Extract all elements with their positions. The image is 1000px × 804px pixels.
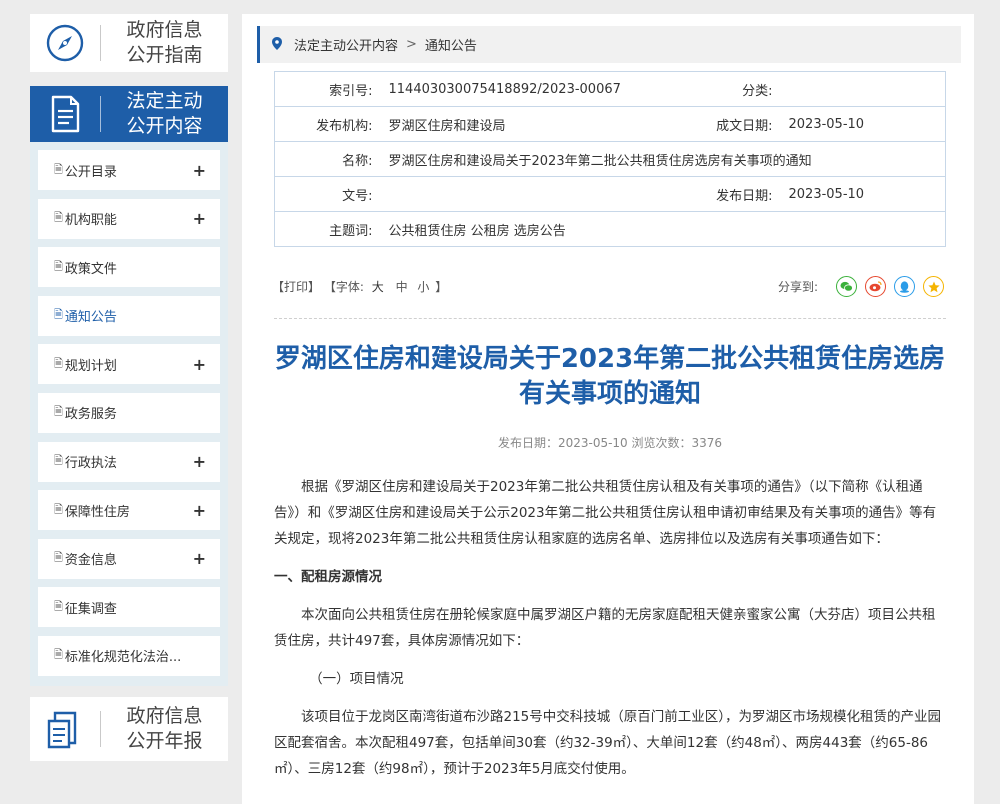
doc-icon: 🗎: [54, 259, 63, 273]
breadcrumb-current[interactable]: 通知公告: [425, 35, 477, 54]
keywords-label: 主题词:: [274, 211, 381, 247]
name-value: 罗湖区住房和建设局关于2023年第二批公共租赁住房选房有关事项的通知: [380, 141, 946, 177]
paragraph: 该项目位于龙岗区南湾街道布沙路215号中交科技城（原百门前工业区），为罗湖区市场…: [274, 709, 942, 777]
annual-report-card[interactable]: 政府信息 公开年报: [30, 697, 228, 761]
doc-icon: 🗎: [54, 162, 63, 176]
index-label: 索引号:: [274, 71, 381, 107]
breadcrumb-separator: >: [406, 37, 417, 52]
expand-icon[interactable]: +: [193, 209, 206, 228]
article-pub-info: 发布日期：2023-05-10 浏览次数：3376: [497, 436, 723, 450]
font-large-button[interactable]: 大: [372, 280, 384, 294]
report-icon: [30, 709, 100, 749]
breadcrumb-link[interactable]: 法定主动公开内容: [294, 35, 398, 54]
paragraph: 本次面向公共租赁住房在册轮候家庭中属罗湖区户籍的无房家庭配租天健亲蜜家公寓（大芬…: [274, 607, 936, 649]
doc-icon: 🗎: [54, 356, 63, 370]
sidebar-item-standardization[interactable]: 🗎 标准化规范化法治...: [38, 635, 220, 676]
sidebar-item-enforcement[interactable]: 🗎 行政执法 +: [38, 441, 220, 482]
created-date-value: 2023-05-10: [780, 106, 946, 142]
qzone-icon[interactable]: [923, 276, 944, 297]
expand-icon[interactable]: +: [193, 549, 206, 568]
annual-report-title: 政府信息 公开年报: [126, 705, 203, 752]
share-label: 分享到:: [777, 280, 818, 294]
name-label: 名称:: [274, 141, 381, 177]
sidebar-item-services[interactable]: 🗎 政务服务: [38, 392, 220, 433]
document-icon: [30, 94, 100, 134]
location-pin-icon: [272, 36, 282, 53]
paragraph: 根据《罗湖区住房和建设局关于2023年第二批公共租赁住房认租及有关事项的通告》（…: [274, 479, 937, 547]
weibo-icon[interactable]: [865, 276, 886, 297]
table-row: 发布机构: 罗湖区住房和建设局 成文日期: 2023-05-10: [274, 106, 946, 142]
sidebar-item-org-functions[interactable]: 🗎 机构职能 +: [38, 198, 220, 239]
index-value: 114403030075418892/2023-00067: [380, 71, 641, 107]
wechat-icon[interactable]: [836, 276, 857, 297]
doc-icon: 🗎: [54, 599, 63, 613]
keywords-value: 公共租赁住房 公租房 选房公告: [380, 211, 946, 247]
category-value: [780, 71, 946, 107]
sub-heading: （一）项目情况: [309, 671, 404, 687]
breadcrumb: 法定主动公开内容 > 通知公告: [257, 26, 961, 63]
category-label: 分类:: [640, 71, 781, 107]
article-toolbar: 【打印】 【字体: 大 中 小 】 分享到:: [272, 276, 948, 298]
font-medium-button[interactable]: 中: [396, 280, 408, 294]
main-content: 法定主动公开内容 > 通知公告 索引号: 114403030075418892/…: [242, 14, 974, 804]
publisher-label: 发布机构:: [274, 106, 381, 142]
sidebar-menu: 🗎 公开目录 + 🗎 机构职能 + 🗎 政策文件 🗎 通知公告 🗎 规划计划 + 🗎 政务服务 🗎…: [30, 142, 228, 686]
publisher-value: 罗湖区住房和建设局: [380, 106, 641, 142]
table-row: 索引号: 114403030075418892/2023-00067 分类:: [274, 71, 946, 107]
qq-icon[interactable]: [894, 276, 915, 297]
font-small-button[interactable]: 小: [417, 280, 429, 294]
compass-icon: [30, 23, 100, 63]
metadata-table: 索引号: 114403030075418892/2023-00067 分类: 发…: [274, 71, 946, 247]
sidebar-item-surveys[interactable]: 🗎 征集调查: [38, 587, 220, 628]
expand-icon[interactable]: +: [193, 501, 206, 520]
doc-icon: 🗎: [54, 551, 63, 565]
sidebar-item-plans[interactable]: 🗎 规划计划 +: [38, 344, 220, 385]
article-title: 罗湖区住房和建设局关于2023年第二批公共租赁住房选房有关事项的通知: [274, 344, 946, 409]
doc-icon: 🗎: [54, 502, 63, 516]
sidebar-item-policy-docs[interactable]: 🗎 政策文件: [38, 247, 220, 288]
created-date-label: 成文日期:: [640, 106, 781, 142]
docno-label: 文号:: [274, 176, 381, 212]
pubdate-value: 2023-05-10: [780, 176, 946, 212]
docno-value: [380, 176, 641, 212]
sidebar-item-funds[interactable]: 🗎 资金信息 +: [38, 538, 220, 579]
doc-icon: 🗎: [54, 211, 63, 225]
article-body: 根据《罗湖区住房和建设局关于2023年第二批公共租赁住房认租及有关事项的通告》（…: [274, 474, 946, 794]
active-section-header[interactable]: 法定主动 公开内容: [30, 86, 228, 142]
divider: [274, 318, 946, 319]
doc-icon: 🗎: [54, 405, 63, 419]
sidebar-item-public-catalog[interactable]: 🗎 公开目录 +: [38, 150, 220, 190]
expand-icon[interactable]: +: [193, 452, 206, 471]
guide-card[interactable]: 政府信息 公开指南: [30, 14, 228, 72]
pubdate-label: 发布日期:: [640, 176, 781, 212]
expand-icon[interactable]: +: [193, 161, 206, 180]
table-row: 文号: 发布日期: 2023-05-10: [274, 176, 946, 212]
print-button[interactable]: 【打印】: [272, 280, 320, 294]
sidebar-item-affordable-housing[interactable]: 🗎 保障性住房 +: [38, 490, 220, 531]
expand-icon[interactable]: +: [193, 355, 206, 374]
doc-icon: 🗎: [54, 454, 63, 468]
table-row: 主题词: 公共租赁住房 公租房 选房公告: [274, 211, 946, 247]
active-section-title: 法定主动 公开内容: [126, 90, 203, 137]
sidebar-item-notices[interactable]: 🗎 通知公告: [38, 295, 220, 336]
font-size-suffix: 】: [435, 280, 448, 294]
doc-icon: 🗎: [54, 648, 63, 662]
font-size-prefix: 【字体:: [323, 280, 364, 294]
table-row: 名称: 罗湖区住房和建设局关于2023年第二批公共租赁住房选房有关事项的通知: [274, 141, 946, 177]
doc-icon: 🗎: [54, 308, 63, 322]
guide-title: 政府信息 公开指南: [126, 19, 203, 66]
section-heading: 一、配租房源情况: [274, 569, 382, 585]
